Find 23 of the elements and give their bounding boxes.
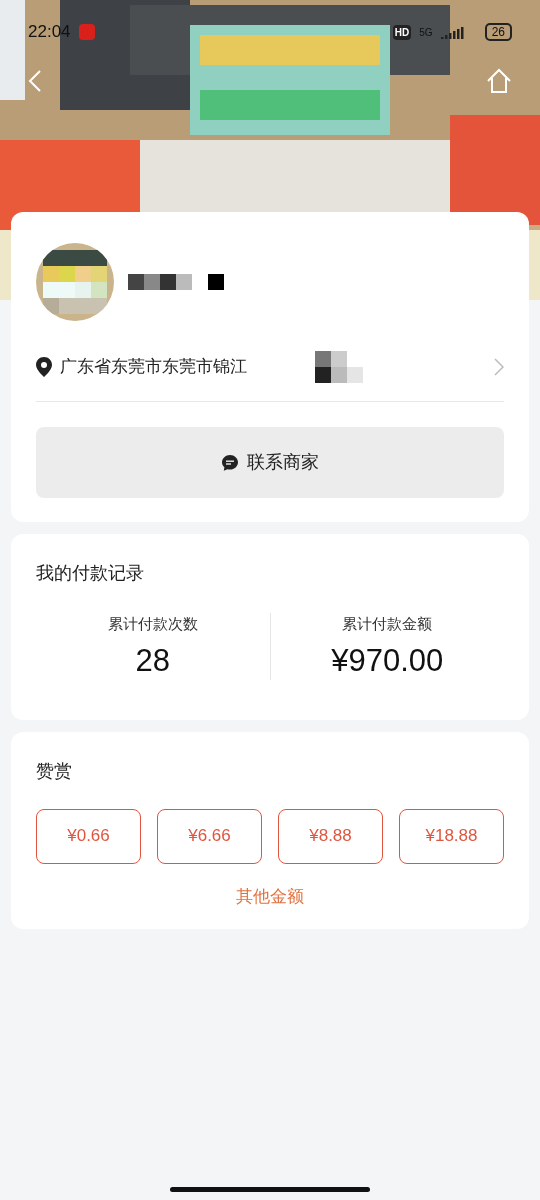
stat-value: ¥970.00 <box>331 641 444 680</box>
section-title: 我的付款记录 <box>36 562 145 585</box>
signal-icon <box>440 25 465 39</box>
tip-amount-button[interactable]: ¥8.88 <box>278 808 383 864</box>
stat-value: 28 <box>135 641 170 680</box>
stat-label: 累计付款金额 <box>342 614 433 634</box>
back-icon[interactable] <box>28 69 42 93</box>
section-title: 赞赏 <box>36 759 73 783</box>
tip-amount-button[interactable]: ¥18.88 <box>399 808 504 864</box>
contact-merchant-button[interactable]: 联系商家 <box>36 427 504 498</box>
redaction-mosaic <box>43 250 107 314</box>
battery-indicator: 26 <box>484 23 512 41</box>
chevron-right-icon[interactable] <box>494 358 504 376</box>
tip-amount-button[interactable]: ¥6.66 <box>157 808 262 864</box>
location-pin-icon <box>36 357 52 377</box>
stat-label: 累计付款次数 <box>107 614 198 634</box>
tip-amount-button[interactable]: ¥0.66 <box>36 808 141 864</box>
address-text: 广东省东莞市东莞市锦江 <box>60 356 247 379</box>
home-icon[interactable] <box>486 68 512 94</box>
other-amount-link[interactable]: 其他金额 <box>236 883 304 909</box>
chat-icon <box>221 453 239 472</box>
network-type: 5G <box>419 25 433 40</box>
redaction-mosaic <box>315 351 363 383</box>
